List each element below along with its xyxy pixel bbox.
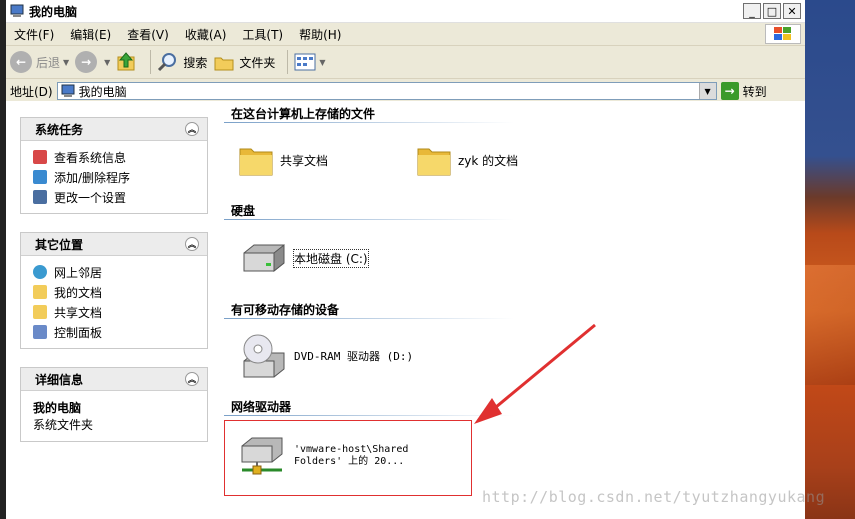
watermark-text: http://blog.csdn.net/tyutzhangyukang	[482, 488, 826, 506]
annotation-arrow	[474, 323, 596, 424]
